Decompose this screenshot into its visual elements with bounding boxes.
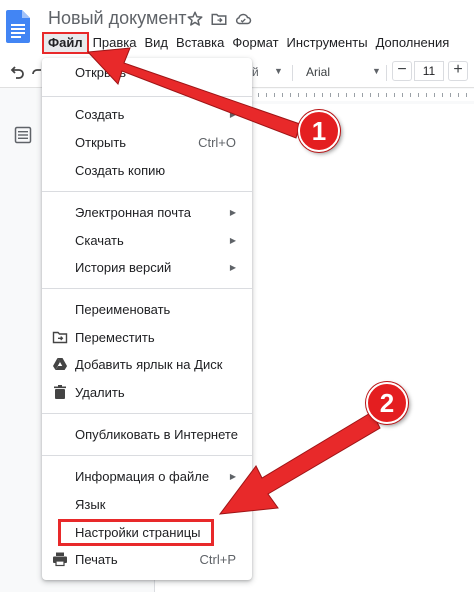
drive-shortcut-icon	[53, 358, 67, 370]
print-icon	[53, 552, 67, 567]
chevron-down-icon: ▼	[274, 66, 283, 76]
menu-item-print[interactable]: Печать Ctrl+P	[42, 547, 252, 571]
submenu-arrow-icon: ▶	[229, 207, 236, 217]
menu-item-label: Переименовать	[75, 301, 171, 317]
menu-item-language[interactable]: Язык ▶	[42, 492, 252, 516]
menu-item-label: Добавить ярлык на Диск	[75, 356, 223, 372]
menu-edit[interactable]: Правка	[89, 33, 141, 53]
menu-item-label: История версий	[75, 259, 172, 275]
style-selector-partial[interactable]: й	[252, 65, 259, 79]
document-title[interactable]: Новый документ	[48, 8, 187, 29]
menu-divider	[42, 288, 252, 289]
menu-tools[interactable]: Инструменты	[283, 33, 372, 53]
move-to-folder-icon[interactable]	[209, 9, 229, 29]
menu-item-label: Печать	[75, 551, 118, 567]
menu-item-make-copy[interactable]: Создать копию	[42, 158, 252, 182]
cloud-status-icon[interactable]	[233, 9, 253, 29]
font-size-input[interactable]: 11	[414, 61, 444, 81]
menu-item-version-history[interactable]: История версий ▶	[42, 255, 252, 279]
menu-divider	[42, 96, 252, 97]
toolbar-divider	[386, 65, 387, 81]
star-icon[interactable]	[185, 9, 205, 29]
menu-item-label: Информация о файле	[75, 468, 210, 484]
menu-divider	[42, 413, 252, 414]
menu-insert[interactable]: Вставка	[172, 33, 228, 53]
move-folder-icon	[52, 331, 68, 344]
menu-bar: Файл Правка Вид Вставка Формат Инструмен…	[42, 32, 453, 54]
chevron-down-icon: ▼	[372, 66, 381, 76]
menu-item-publish-web[interactable]: Опубликовать в Интернете	[42, 422, 252, 446]
menu-item-label: Создать копию	[75, 162, 166, 178]
menu-view[interactable]: Вид	[141, 33, 173, 53]
toolbar-divider	[292, 65, 293, 81]
shortcut-label: Ctrl+O	[198, 134, 236, 150]
menu-item-label: Создать	[75, 106, 125, 122]
menu-item-email[interactable]: Электронная почта ▶	[42, 200, 252, 224]
menu-item-move[interactable]: Переместить	[42, 325, 252, 349]
menu-item-label: Переместить	[75, 329, 155, 345]
menu-item-download[interactable]: Скачать ▶	[42, 228, 252, 252]
menu-item-label: Скачать	[75, 232, 124, 248]
menu-item-open-partial[interactable]: Открыть	[42, 60, 252, 84]
menu-addons[interactable]: Дополнения	[372, 33, 454, 53]
menu-item-label: Открыть	[75, 64, 127, 80]
submenu-arrow-icon: ▶	[229, 262, 236, 272]
menu-divider	[42, 455, 252, 456]
menu-item-file-info[interactable]: Информация о файле ▶	[42, 464, 252, 488]
submenu-arrow-icon: ▶	[229, 471, 236, 481]
horizontal-ruler[interactable]	[250, 89, 474, 101]
menu-item-label: Электронная почта	[75, 204, 192, 220]
submenu-arrow-icon: ▶	[229, 109, 236, 119]
font-size-decrease-button[interactable]: −	[392, 61, 412, 81]
menu-item-new[interactable]: Создать ▶	[42, 102, 252, 126]
font-selector[interactable]: Arial	[306, 65, 330, 79]
font-size-increase-button[interactable]: +	[448, 61, 468, 81]
menu-item-label: Открыть	[75, 134, 127, 150]
menu-divider	[42, 191, 252, 192]
undo-icon[interactable]	[9, 64, 25, 80]
trash-icon	[54, 385, 66, 399]
menu-item-label: Язык	[75, 496, 106, 512]
step-badge-2: 2	[366, 382, 408, 424]
page-setup-highlight	[58, 519, 214, 546]
menu-item-rename[interactable]: Переименовать	[42, 297, 252, 321]
menu-item-add-shortcut[interactable]: Добавить ярлык на Диск	[42, 352, 252, 376]
menu-item-label: Удалить	[75, 384, 125, 400]
file-menu-dropdown: Открыть Создать ▶ Открыть Ctrl+O Создать…	[42, 58, 252, 580]
step-badge-1: 1	[298, 110, 340, 152]
menu-file[interactable]: Файл	[42, 32, 89, 54]
submenu-arrow-icon: ▶	[229, 499, 236, 509]
menu-format[interactable]: Формат	[228, 33, 282, 53]
menu-item-label: Опубликовать в Интернете	[75, 426, 238, 442]
menu-item-open[interactable]: Открыть Ctrl+O	[42, 130, 252, 154]
google-docs-logo-icon[interactable]	[6, 10, 30, 43]
shortcut-label: Ctrl+P	[199, 551, 236, 567]
document-outline-icon[interactable]	[14, 126, 32, 144]
submenu-arrow-icon: ▶	[229, 235, 236, 245]
menu-item-delete[interactable]: Удалить	[42, 380, 252, 404]
redo-icon[interactable]	[31, 64, 41, 80]
